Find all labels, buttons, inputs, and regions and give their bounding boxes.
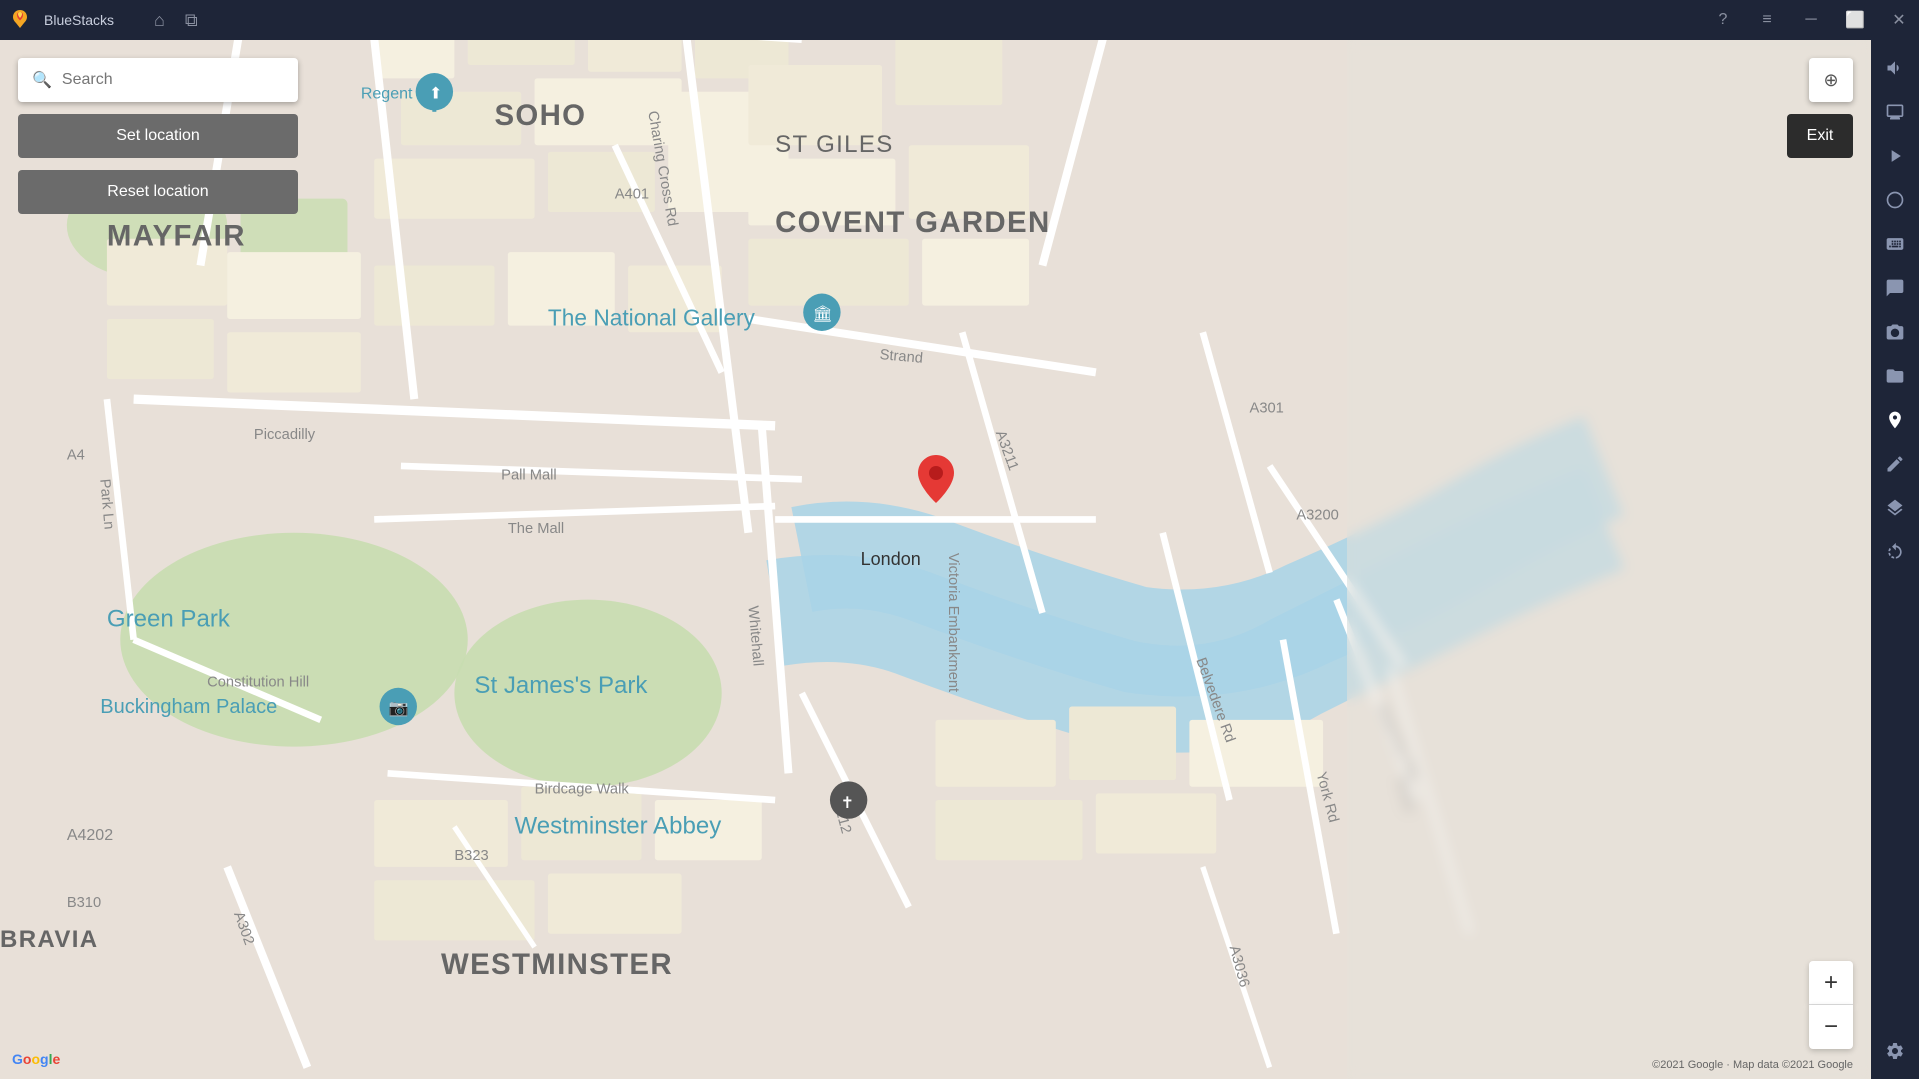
svg-text:⬆: ⬆ — [429, 84, 442, 102]
help-icon[interactable]: ? — [1703, 0, 1743, 40]
locate-me-button[interactable]: ⊕ — [1809, 58, 1853, 102]
google-logo: Google — [12, 1051, 60, 1067]
reset-location-button[interactable]: Reset location — [18, 170, 298, 214]
svg-text:A401: A401 — [615, 187, 649, 203]
city-label: London — [861, 549, 921, 570]
sidebar-volume-icon[interactable] — [1875, 48, 1915, 88]
svg-text:MAYFAIR: MAYFAIR — [107, 219, 246, 252]
titlebar: BlueStacks ⌂ ⧉ ? ≡ ─ ⬜ ✕ — [0, 0, 1919, 40]
svg-text:Pall Mall: Pall Mall — [501, 467, 557, 483]
sidebar-circle-icon[interactable] — [1875, 180, 1915, 220]
svg-text:A4202: A4202 — [67, 826, 113, 844]
map-container[interactable]: A40 A201 Margaret St Oxford St Regent St… — [0, 40, 1871, 1079]
sidebar-screenshot-icon[interactable] — [1875, 312, 1915, 352]
svg-text:A4: A4 — [67, 447, 85, 463]
zoom-controls: + − — [1809, 961, 1853, 1049]
sidebar-layers2-icon[interactable] — [1875, 488, 1915, 528]
svg-text:Constitution Hill: Constitution Hill — [207, 674, 309, 690]
svg-text:A301: A301 — [1250, 400, 1284, 416]
copyright-text: ©2021 Google · Map data ©2021 Google — [1652, 1059, 1853, 1071]
svg-text:WESTMINSTER: WESTMINSTER — [441, 948, 673, 981]
svg-text:Birdcage Walk: Birdcage Walk — [535, 781, 630, 797]
svg-text:Buckingham Palace: Buckingham Palace — [100, 696, 277, 718]
set-location-button[interactable]: Set location — [18, 114, 298, 158]
svg-text:B323: B323 — [454, 848, 488, 864]
sidebar-media-icon[interactable] — [1875, 268, 1915, 308]
window-controls: ? ≡ ─ ⬜ ✕ — [1703, 0, 1919, 40]
close-button[interactable]: ✕ — [1879, 0, 1919, 40]
sidebar-pencil-icon[interactable] — [1875, 444, 1915, 484]
svg-text:Victoria Embankment: Victoria Embankment — [945, 553, 961, 692]
location-pin — [918, 455, 954, 508]
search-icon: 🔍 — [32, 70, 52, 90]
svg-text:St James's Park: St James's Park — [474, 672, 648, 699]
sidebar-keyboard-icon[interactable] — [1875, 224, 1915, 264]
app-name-label: BlueStacks — [44, 12, 114, 28]
svg-text:✝: ✝ — [841, 794, 854, 812]
minimize-button[interactable]: ─ — [1791, 0, 1831, 40]
right-sidebar — [1871, 40, 1919, 1079]
svg-text:B310: B310 — [67, 895, 101, 911]
crosshair-icon: ⊕ — [1823, 70, 1838, 91]
svg-text:Piccadilly: Piccadilly — [254, 427, 316, 443]
search-input[interactable] — [62, 71, 284, 89]
svg-text:Green Park: Green Park — [107, 605, 231, 632]
svg-text:COVENT GARDEN: COVENT GARDEN — [775, 206, 1050, 239]
svg-text:A3200: A3200 — [1296, 507, 1338, 523]
sidebar-rotate-icon[interactable] — [1875, 532, 1915, 572]
sidebar-play-icon[interactable] — [1875, 136, 1915, 176]
maximize-button[interactable]: ⬜ — [1835, 0, 1875, 40]
sidebar-screen-icon[interactable] — [1875, 92, 1915, 132]
sidebar-settings-icon[interactable] — [1875, 1031, 1915, 1071]
search-box[interactable]: 🔍 — [18, 58, 298, 102]
map-blur-overlay — [1347, 40, 1871, 1079]
svg-text:📷: 📷 — [389, 699, 409, 717]
menu-icon[interactable]: ≡ — [1747, 0, 1787, 40]
svg-text:BRAVIA: BRAVIA — [0, 926, 98, 953]
svg-text:The National Gallery: The National Gallery — [548, 305, 756, 331]
sidebar-location-icon[interactable] — [1875, 400, 1915, 440]
layers-icon[interactable]: ⧉ — [185, 10, 198, 31]
svg-text:The Mall: The Mall — [508, 521, 564, 537]
home-icon[interactable]: ⌂ — [154, 10, 165, 31]
svg-text:Westminster Abbey: Westminster Abbey — [515, 812, 722, 839]
titlebar-nav: ⌂ ⧉ — [154, 10, 198, 31]
bluestacks-logo — [0, 0, 40, 40]
exit-button[interactable]: Exit — [1787, 114, 1853, 158]
sidebar-folder-icon[interactable] — [1875, 356, 1915, 396]
svg-text:🏛: 🏛 — [813, 305, 833, 323]
zoom-in-button[interactable]: + — [1809, 961, 1853, 1005]
svg-text:ST GILES: ST GILES — [775, 131, 894, 158]
svg-text:SOHO: SOHO — [494, 99, 586, 132]
zoom-out-button[interactable]: − — [1809, 1005, 1853, 1049]
